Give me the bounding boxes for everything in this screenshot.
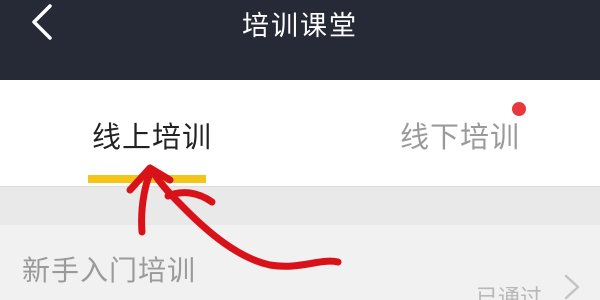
course-item-status: 已通过 (476, 286, 543, 300)
page-title: 培训课堂 (242, 11, 358, 42)
tab-online-training[interactable]: 线上培训 (92, 114, 212, 156)
notification-dot (512, 102, 526, 116)
active-tab-indicator (88, 175, 206, 183)
section-divider (0, 187, 600, 225)
chevron-right-icon[interactable] (560, 272, 584, 300)
header-bar: 培训课堂 (0, 0, 600, 80)
course-item-title[interactable]: 新手入门培训 (22, 249, 196, 289)
tab-offline-training[interactable]: 线下培训 (400, 114, 520, 156)
tab-bar: 线上培训 线下培训 (0, 80, 600, 187)
